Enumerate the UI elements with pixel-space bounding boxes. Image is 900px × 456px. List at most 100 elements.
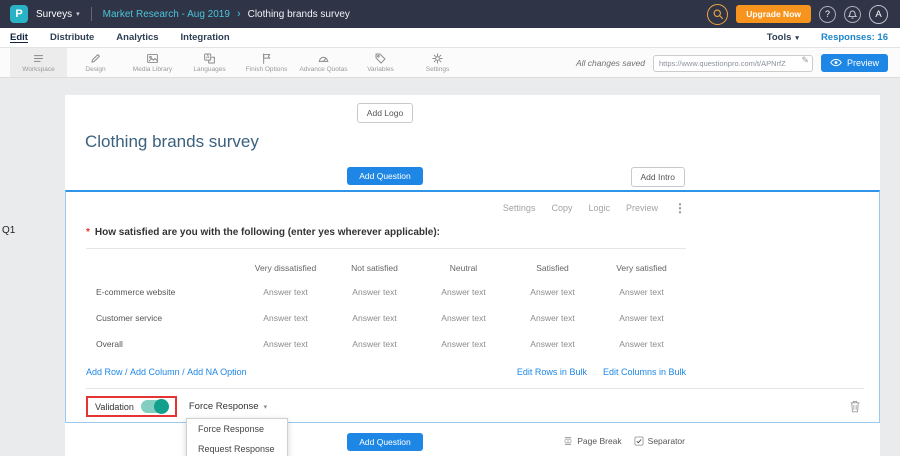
breadcrumb-folder[interactable]: Market Research - Aug 2019 bbox=[103, 9, 230, 20]
link-add-na-option[interactable]: Add NA Option bbox=[187, 367, 247, 377]
advance-quotas-icon bbox=[317, 52, 330, 65]
toggle-knob bbox=[154, 399, 169, 414]
section-nav-bar: Edit Distribute Analytics Integration Tools… bbox=[0, 28, 900, 48]
chevron-down-icon: ▾ bbox=[264, 403, 268, 411]
avatar-letter: A bbox=[875, 9, 881, 20]
question-action-preview[interactable]: Preview bbox=[626, 203, 658, 213]
question-actions-menu: Settings Copy Logic Preview ⋮ bbox=[86, 202, 686, 214]
add-intro-button[interactable]: Add Intro bbox=[631, 167, 686, 187]
answer-text-cell[interactable]: Answer text bbox=[419, 279, 508, 305]
page-break-option[interactable]: Page Break bbox=[563, 436, 621, 446]
delete-question-icon[interactable] bbox=[849, 400, 861, 413]
toolbar-item-advance-quotas[interactable]: Advance Quotas bbox=[295, 48, 352, 77]
toolbar-item-finish-options[interactable]: Finish Options bbox=[238, 48, 295, 77]
topbar-left: P Surveys ▾ Market Research - Aug 2019 ›… bbox=[10, 5, 350, 23]
save-status: All changes saved bbox=[576, 58, 645, 68]
more-options-icon[interactable]: ⋮ bbox=[674, 202, 686, 214]
page-options: Page Break Separator bbox=[563, 436, 685, 446]
link-add-row[interactable]: Add Row bbox=[86, 367, 123, 377]
toolbar-item-settings[interactable]: Settings bbox=[409, 48, 466, 77]
upgrade-now-button[interactable]: Upgrade Now bbox=[736, 5, 811, 23]
responses-count[interactable]: Responses: 16 bbox=[821, 32, 888, 43]
logo-letter: P bbox=[15, 8, 22, 20]
answer-text-cell[interactable]: Answer text bbox=[508, 305, 597, 331]
question-action-copy[interactable]: Copy bbox=[551, 203, 572, 213]
toolbar-item-variables[interactable]: Variables bbox=[352, 48, 409, 77]
add-question-button-bottom[interactable]: Add Question bbox=[347, 433, 423, 451]
question-action-settings[interactable]: Settings bbox=[503, 203, 536, 213]
toolbar-item-languages[interactable]: ALanguages bbox=[181, 48, 238, 77]
toolbar-item-label: Variables bbox=[367, 66, 394, 73]
toolbar-item-label: Workspace bbox=[22, 66, 54, 73]
matrix-column-header: Satisfied bbox=[508, 257, 597, 279]
question-number: Q1 bbox=[2, 225, 15, 236]
answer-text-cell[interactable]: Answer text bbox=[419, 331, 508, 357]
add-logo-button[interactable]: Add Logo bbox=[357, 103, 413, 123]
required-asterisk: * bbox=[86, 227, 90, 238]
dropdown-option-request-response[interactable]: Request Response bbox=[187, 439, 287, 456]
tab-distribute[interactable]: Distribute bbox=[50, 32, 94, 43]
link-edit-rows-in-bulk[interactable]: Edit Rows in Bulk bbox=[517, 367, 587, 377]
answer-text-cell[interactable]: Answer text bbox=[419, 305, 508, 331]
dropdown-option-force-response[interactable]: Force Response bbox=[187, 419, 287, 439]
preview-button-label: Preview bbox=[847, 58, 879, 68]
search-icon[interactable] bbox=[707, 4, 728, 25]
help-button[interactable]: ? bbox=[819, 6, 836, 23]
preview-button[interactable]: Preview bbox=[821, 54, 888, 72]
tab-integration[interactable]: Integration bbox=[181, 32, 230, 43]
toolbar-right: All changes saved ✎ Preview bbox=[576, 48, 888, 77]
notifications-bell-icon[interactable] bbox=[844, 6, 861, 23]
separator-option[interactable]: Separator bbox=[634, 436, 685, 446]
survey-title[interactable]: Clothing brands survey bbox=[85, 132, 685, 152]
separator-label: Separator bbox=[648, 436, 685, 446]
answer-text-cell[interactable]: Answer text bbox=[241, 331, 330, 357]
link-edit-columns-in-bulk[interactable]: Edit Columns in Bulk bbox=[603, 367, 686, 377]
nav-right: Tools ▾ Responses: 16 bbox=[767, 32, 888, 43]
workspace-icon bbox=[32, 52, 45, 65]
tools-menu[interactable]: Tools ▾ bbox=[767, 32, 799, 43]
toolbar-item-workspace[interactable]: Workspace bbox=[10, 48, 67, 77]
questionpro-logo[interactable]: P bbox=[10, 5, 28, 23]
answer-text-cell[interactable]: Answer text bbox=[330, 305, 419, 331]
edit-url-pencil-icon[interactable]: ✎ bbox=[801, 56, 809, 65]
languages-icon: A bbox=[203, 52, 216, 65]
force-response-selected-value: Force Response bbox=[189, 401, 259, 412]
answer-text-cell[interactable]: Answer text bbox=[508, 279, 597, 305]
toolbar-item-design[interactable]: Design bbox=[67, 48, 124, 77]
chevron-down-icon: ▾ bbox=[76, 10, 80, 18]
answer-text-cell[interactable]: Answer text bbox=[508, 331, 597, 357]
answer-text-cell[interactable]: Answer text bbox=[330, 331, 419, 357]
avatar[interactable]: A bbox=[869, 5, 888, 24]
link-add-column[interactable]: Add Column bbox=[130, 367, 180, 377]
toolbar-item-media-library[interactable]: Media Library bbox=[124, 48, 181, 77]
answer-text-cell[interactable]: Answer text bbox=[330, 279, 419, 305]
settings-icon bbox=[431, 52, 444, 65]
answer-text-cell[interactable]: Answer text bbox=[597, 279, 686, 305]
surveys-menu-label: Surveys bbox=[36, 9, 72, 20]
force-response-dropdown[interactable]: Force Response ▾ bbox=[189, 401, 267, 412]
nav-tabs: Edit Distribute Analytics Integration bbox=[10, 32, 230, 43]
answer-text-cell[interactable]: Answer text bbox=[241, 305, 330, 331]
matrix-column-header: Very dissatisfied bbox=[241, 257, 330, 279]
validation-toggle[interactable] bbox=[141, 400, 168, 413]
tools-label: Tools bbox=[767, 32, 792, 43]
tab-analytics[interactable]: Analytics bbox=[116, 32, 158, 43]
matrix-column-header: Neutral bbox=[419, 257, 508, 279]
topbar-right: Upgrade Now ? A bbox=[707, 4, 888, 25]
answer-text-cell[interactable]: Answer text bbox=[241, 279, 330, 305]
toolbar-item-label: Finish Options bbox=[246, 66, 288, 73]
survey-url-input[interactable] bbox=[653, 55, 813, 72]
surveys-menu[interactable]: Surveys ▾ bbox=[36, 9, 80, 20]
survey-url-wrap: ✎ bbox=[653, 53, 813, 72]
svg-text:A: A bbox=[206, 55, 210, 61]
add-question-button[interactable]: Add Question bbox=[347, 167, 423, 185]
question-text[interactable]: How satisfied are you with the following… bbox=[95, 227, 440, 238]
tab-edit[interactable]: Edit bbox=[10, 32, 28, 43]
answer-text-cell[interactable]: Answer text bbox=[597, 305, 686, 331]
bulk-edit-links: Edit Rows in Bulk Edit Columns in Bulk bbox=[517, 367, 686, 377]
question-action-logic[interactable]: Logic bbox=[588, 203, 610, 213]
toolbar-item-label: Media Library bbox=[133, 66, 172, 73]
answer-text-cell[interactable]: Answer text bbox=[597, 331, 686, 357]
survey-card: Add Logo Clothing brands survey Add Ques… bbox=[65, 95, 880, 456]
toolbar-item-label: Advance Quotas bbox=[299, 66, 347, 73]
